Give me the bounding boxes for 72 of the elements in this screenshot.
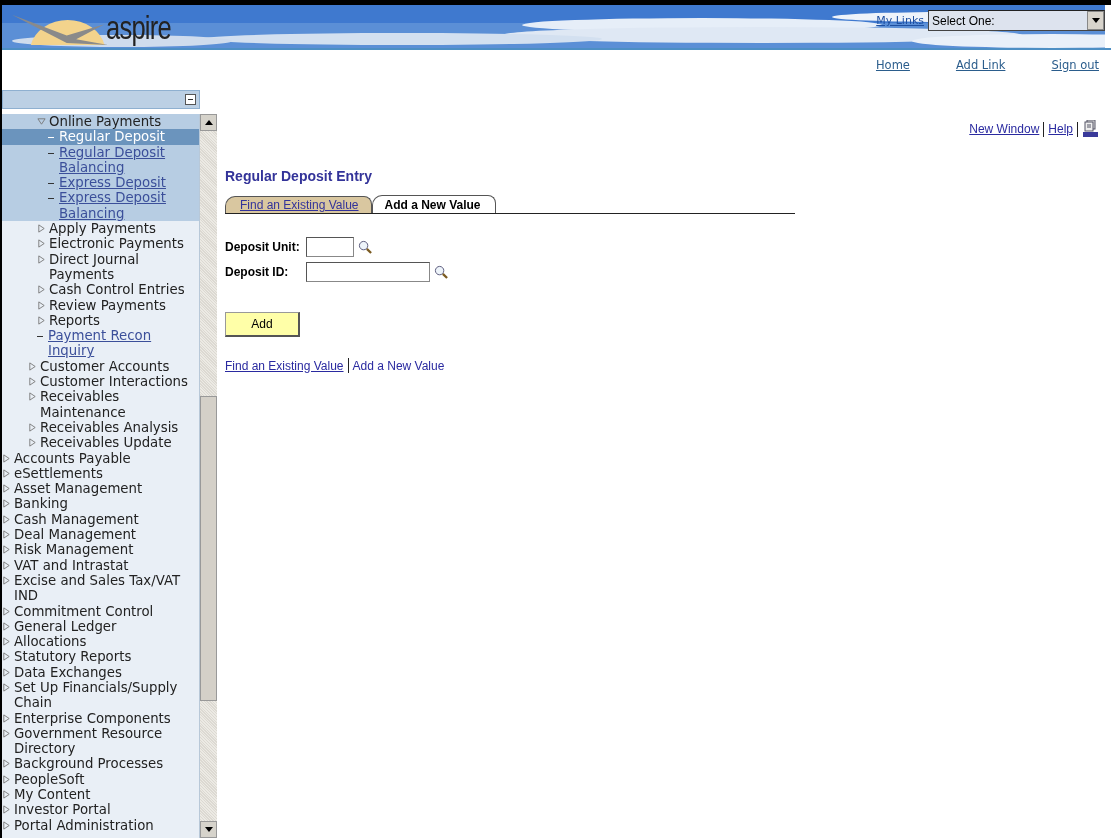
document-link-icon xyxy=(1082,120,1099,138)
field-label: Deposit ID: xyxy=(225,265,290,279)
menu-folder[interactable]: Direct Journal Payments xyxy=(2,251,200,283)
menu-folder[interactable]: Statutory Reports xyxy=(2,649,200,665)
collapse-button[interactable] xyxy=(185,94,196,105)
menu-folder[interactable]: Receivables Maintenance xyxy=(2,389,200,420)
menu-folder[interactable]: Excise and Sales Tax/VAT IND xyxy=(2,572,200,604)
scroll-up-button[interactable] xyxy=(200,114,217,131)
menu-folder[interactable]: Banking xyxy=(2,496,200,512)
menu-folder[interactable]: Asset Management xyxy=(2,481,200,497)
up-arrow-icon xyxy=(204,120,213,125)
menu-folder[interactable]: Online Payments xyxy=(2,114,200,130)
menu-folder[interactable]: General Ledger xyxy=(2,618,200,635)
menu-folder[interactable]: Cash Control Entries xyxy=(2,282,200,298)
menu-folder[interactable]: eSettlements xyxy=(2,465,200,482)
page-link[interactable]: Help xyxy=(1048,122,1073,136)
page-title: Regular Deposit Entry xyxy=(225,168,374,184)
header-link[interactable]: Home xyxy=(875,58,910,90)
search-icon xyxy=(434,265,448,279)
dash-icon xyxy=(48,198,54,200)
tab[interactable]: Add a New Value xyxy=(371,195,496,213)
page-link[interactable]: New Window xyxy=(969,122,1040,136)
dropdown-button[interactable] xyxy=(1087,11,1104,30)
dash-icon xyxy=(48,152,54,154)
menu-folder[interactable]: Customer Interactions xyxy=(2,374,200,390)
menu-folder[interactable]: Accounts Payable xyxy=(2,450,200,466)
menu-folder[interactable]: Electronic Payments xyxy=(2,236,200,252)
menu-folder[interactable]: Customer Accounts xyxy=(2,358,200,375)
menu-folder[interactable]: Review Payments xyxy=(2,297,200,313)
dash-icon xyxy=(37,336,43,338)
menu-folder[interactable]: Receivables Update xyxy=(2,435,200,451)
menu-folder[interactable]: PeopleSoft xyxy=(2,771,200,788)
header-link[interactable]: Sign out xyxy=(1051,58,1099,90)
down-arrow-icon xyxy=(204,827,213,832)
search-icon xyxy=(358,240,372,254)
dash-icon xyxy=(48,137,54,139)
menu-folder[interactable]: Deal Management xyxy=(2,527,200,543)
input-field[interactable] xyxy=(306,237,354,257)
scrollbar[interactable] xyxy=(200,114,217,838)
menu-folder[interactable]: Commitment Control xyxy=(2,603,200,619)
menu-folder[interactable]: Allocations xyxy=(2,634,200,650)
menu-folder[interactable]: Reports xyxy=(2,312,200,329)
caret-icon xyxy=(1091,18,1100,23)
expanded-triangle-icon xyxy=(37,117,46,126)
add-button[interactable]: Add xyxy=(225,312,300,337)
header-link[interactable]: Add Link xyxy=(955,58,1006,90)
menu-folder[interactable]: Risk Management xyxy=(2,542,200,558)
dash-icon xyxy=(48,183,54,185)
menu-folder[interactable]: Background Processes xyxy=(2,756,200,772)
menu-folder[interactable]: Government Resource Directory xyxy=(2,725,200,757)
input-field[interactable] xyxy=(306,262,430,282)
menu-folder[interactable]: VAT and Intrastat xyxy=(2,557,200,573)
scroll-down-button[interactable] xyxy=(200,821,217,838)
menu-folder[interactable]: Set Up Financials/Supply Chain xyxy=(2,680,200,711)
menu-folder[interactable]: Investor Portal xyxy=(2,802,200,818)
menu-folder[interactable]: Enterprise Components xyxy=(2,710,200,726)
scroll-thumb[interactable] xyxy=(200,396,217,701)
menu-folder[interactable]: My Content xyxy=(2,787,200,803)
menu-link[interactable]: Payment Recon Inquiry xyxy=(2,328,200,359)
menu-link[interactable]: Express Deposit xyxy=(2,175,200,191)
tab[interactable]: Find an Existing Value xyxy=(225,196,372,213)
add-value-link[interactable]: Add a New Value xyxy=(352,358,445,373)
menu-folder[interactable]: Data Exchanges xyxy=(2,664,200,680)
links-dropdown[interactable]: Select One: xyxy=(928,10,1105,31)
field-label: Deposit Unit: xyxy=(225,240,301,254)
menu-folder[interactable]: Portal Administration xyxy=(2,817,200,833)
menu-folder[interactable]: Apply Payments xyxy=(2,221,200,237)
menu-link[interactable]: Express Deposit Balancing xyxy=(2,190,200,222)
menu-folder[interactable]: Receivables Analysis xyxy=(2,419,200,436)
find-value-link[interactable]: Find an Existing Value xyxy=(225,358,344,373)
menu-folder[interactable]: Cash Management xyxy=(2,511,200,527)
menu-link[interactable]: Regular Deposit Balancing xyxy=(2,144,200,176)
